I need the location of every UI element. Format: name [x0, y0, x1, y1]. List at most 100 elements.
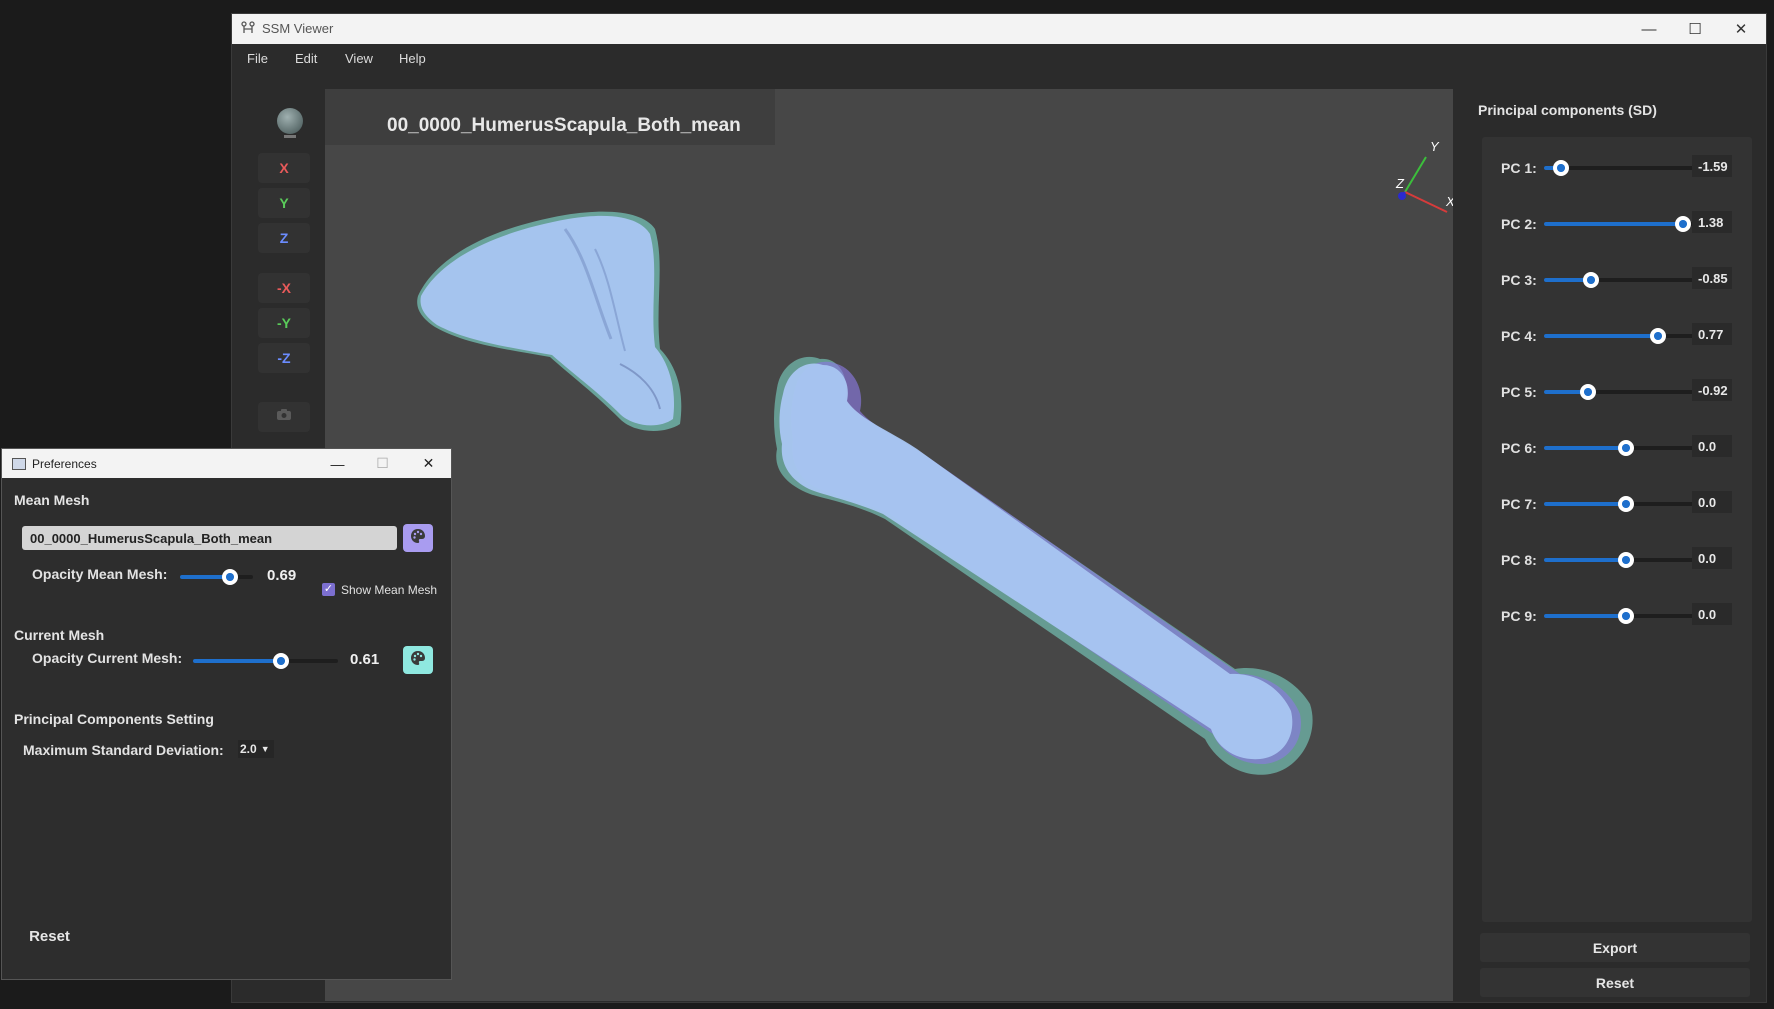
view-neg-z-button[interactable]: -Z: [258, 343, 310, 373]
opacity-current-fill: [193, 659, 281, 663]
minimize-button[interactable]: —: [1626, 14, 1672, 44]
3d-viewport[interactable]: 00_0000_HumerusScapula_Both_mean Y X Z: [325, 89, 1453, 1001]
pc-value-field[interactable]: -0.92: [1692, 379, 1732, 401]
pc-slider[interactable]: [1544, 160, 1708, 176]
mean-mesh-color-button[interactable]: [403, 524, 433, 552]
chevron-down-icon: ▼: [260, 744, 270, 754]
pc-slider-fill: [1544, 222, 1683, 226]
pc-slider-handle[interactable]: [1675, 216, 1691, 232]
pc-slider-handle[interactable]: [1618, 496, 1634, 512]
pc-label: PC 3:: [1501, 272, 1537, 288]
menu-file[interactable]: File: [247, 51, 268, 66]
pc-heading: Principal components (SD): [1478, 102, 1657, 118]
pc-row: PC 2: 1.38: [1482, 209, 1752, 239]
opacity-current-slider[interactable]: [193, 653, 338, 669]
maximize-button[interactable]: ☐: [1672, 14, 1718, 44]
window-icon: [12, 458, 26, 470]
palette-icon: [410, 650, 426, 671]
menu-help[interactable]: Help: [399, 51, 426, 66]
show-mean-mesh-checkbox[interactable]: ✓: [322, 583, 335, 596]
pc-slider[interactable]: [1544, 608, 1708, 624]
view-x-button[interactable]: X: [258, 153, 310, 183]
pc-slider-handle[interactable]: [1650, 328, 1666, 344]
opacity-mean-slider[interactable]: [180, 569, 253, 585]
palette-icon: [410, 528, 426, 549]
pc-slider-handle[interactable]: [1618, 608, 1634, 624]
principal-components-panel: Principal components (SD) PC 1: -1.59 PC 2…: [1466, 84, 1766, 997]
opacity-mean-handle[interactable]: [222, 569, 238, 585]
pc-slider-fill: [1544, 334, 1658, 338]
pc-slider[interactable]: [1544, 328, 1708, 344]
pc-row: PC 3: -0.85: [1482, 265, 1752, 295]
opacity-mean-value: 0.69: [267, 567, 297, 584]
mesh-render: Y X Z: [417, 139, 1453, 775]
close-button[interactable]: ✕: [1718, 14, 1764, 44]
pc-slider-handle[interactable]: [1618, 440, 1634, 456]
scapula-mesh: [417, 211, 682, 431]
view-y-button[interactable]: Y: [258, 188, 310, 218]
pc-slider[interactable]: [1544, 552, 1708, 568]
pc-value-field[interactable]: 0.0: [1692, 435, 1732, 457]
pc-slider-handle[interactable]: [1580, 384, 1596, 400]
opacity-current-handle[interactable]: [273, 653, 289, 669]
view-neg-y-button[interactable]: -Y: [258, 308, 310, 338]
pc-slider-handle[interactable]: [1553, 160, 1569, 176]
globe-stand: [284, 135, 296, 138]
globe-icon[interactable]: [277, 108, 303, 134]
opacity-current-value: 0.61: [350, 651, 380, 668]
preferences-dialog: Preferences — ☐ ✕ Mean Mesh 00_0000_Hume…: [1, 448, 452, 980]
current-mesh-heading: Current Mesh: [14, 627, 105, 643]
view-neg-x-button[interactable]: -X: [258, 273, 310, 303]
pc-label: PC 4:: [1501, 328, 1537, 344]
axis-label-y: Y: [1430, 139, 1440, 154]
current-mesh-color-button[interactable]: [403, 646, 433, 674]
reset-button[interactable]: Reset: [1480, 968, 1750, 997]
pc-value-field[interactable]: -1.59: [1692, 155, 1732, 177]
pc-row: PC 7: 0.0: [1482, 489, 1752, 519]
pc-slider[interactable]: [1544, 384, 1708, 400]
pc-slider-fill: [1544, 446, 1626, 450]
pc-label: PC 8:: [1501, 552, 1537, 568]
prefs-close-button[interactable]: ✕: [406, 449, 451, 478]
humerus-mesh: [774, 356, 1313, 775]
pc-slider-handle[interactable]: [1583, 272, 1599, 288]
pc-slider[interactable]: [1544, 272, 1708, 288]
pc-value-field[interactable]: 0.0: [1692, 547, 1732, 569]
menu-edit[interactable]: Edit: [295, 51, 317, 66]
prefs-reset-button[interactable]: Reset: [17, 922, 82, 950]
pc-slider-handle[interactable]: [1618, 552, 1634, 568]
opacity-current-label: Opacity Current Mesh:: [32, 650, 183, 666]
view-z-button[interactable]: Z: [258, 223, 310, 253]
mean-mesh-name-field[interactable]: 00_0000_HumerusScapula_Both_mean: [22, 526, 397, 550]
pc-label: PC 2:: [1501, 216, 1537, 232]
menu-view[interactable]: View: [345, 51, 373, 66]
pc-slider[interactable]: [1544, 216, 1708, 232]
pc-row: PC 6: 0.0: [1482, 433, 1752, 463]
prefs-maximize-button[interactable]: ☐: [360, 449, 405, 478]
prefs-minimize-button[interactable]: —: [315, 449, 360, 478]
ssm-viewer-window: SSM Viewer — ☐ ✕ File Edit View Help X Y…: [231, 13, 1767, 1003]
pc-slider[interactable]: [1544, 440, 1708, 456]
pc-setting-heading: Principal Components Setting: [14, 711, 214, 727]
title-bar[interactable]: SSM Viewer — ☐ ✕: [232, 14, 1766, 44]
export-button[interactable]: Export: [1480, 933, 1750, 962]
pc-label: PC 7:: [1501, 496, 1537, 512]
pc-value-field[interactable]: 0.0: [1692, 603, 1732, 625]
pc-slider-list: PC 1: -1.59 PC 2: 1.38 PC 3: -0.85 PC 4: 0.77 PC…: [1482, 137, 1752, 922]
pc-value-field[interactable]: -0.85: [1692, 267, 1732, 289]
pc-slider-fill: [1544, 614, 1626, 618]
max-sd-select[interactable]: 2.0 ▼: [238, 740, 274, 758]
menu-bar: File Edit View Help: [232, 44, 1766, 72]
pc-slider[interactable]: [1544, 496, 1708, 512]
preferences-title-bar[interactable]: Preferences — ☐ ✕: [2, 449, 451, 478]
screenshot-button[interactable]: [258, 402, 310, 432]
axis-label-x: X: [1445, 194, 1453, 209]
orientation-axes: Y X Z: [1395, 139, 1453, 213]
pc-value-field[interactable]: 1.38: [1692, 211, 1732, 233]
pc-row: PC 9: 0.0: [1482, 601, 1752, 631]
max-sd-label: Maximum Standard Deviation:: [23, 742, 224, 758]
pc-value-field[interactable]: 0.0: [1692, 491, 1732, 513]
camera-icon: [276, 408, 292, 426]
pc-slider-fill: [1544, 502, 1626, 506]
pc-value-field[interactable]: 0.77: [1692, 323, 1732, 345]
